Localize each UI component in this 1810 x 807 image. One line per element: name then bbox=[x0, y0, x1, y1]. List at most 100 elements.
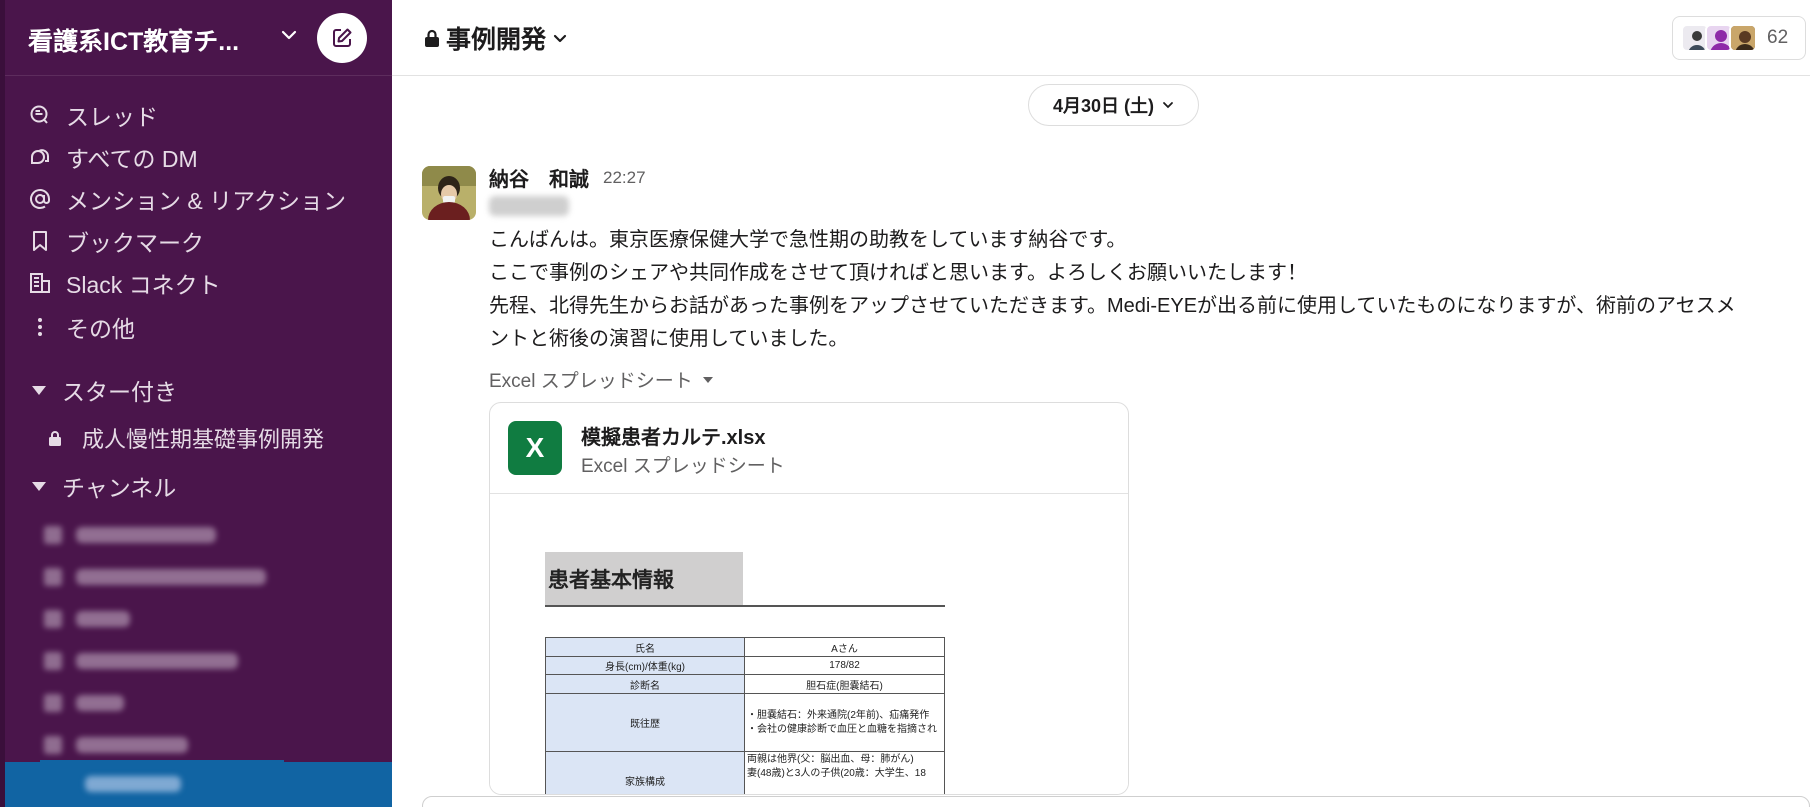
member-count: 62 bbox=[1767, 27, 1789, 48]
lock-icon bbox=[425, 29, 439, 47]
file-attachment-card[interactable]: X 模擬患者カルテ.xlsx Excel スプレッドシート 患者基本情報 氏名 … bbox=[489, 402, 1129, 795]
chevron-down-icon bbox=[553, 34, 567, 43]
nav-all-dms[interactable]: すべての DM bbox=[28, 140, 198, 174]
channel-item-redacted[interactable] bbox=[44, 648, 238, 674]
hash-icon bbox=[44, 694, 62, 712]
hash-icon bbox=[44, 526, 62, 544]
table-cell-label: 家族構成 bbox=[545, 751, 745, 794]
channel-title-button[interactable]: 事例開発 bbox=[424, 20, 568, 56]
file-name[interactable]: 模擬患者カルテ.xlsx bbox=[581, 421, 765, 450]
preview-title: 患者基本情報 bbox=[545, 552, 743, 605]
message-text-line: こんばんは。東京医療保健大学で急性期の助教をしています納谷です。 bbox=[489, 229, 1127, 251]
chevron-down-icon[interactable] bbox=[280, 26, 298, 44]
section-starred[interactable]: スター付き bbox=[30, 373, 177, 407]
table-row: 既往歴 ・胆嚢結石：外来通院(2年前)、疝痛発作 ・会社の健康診断で血圧と血糖を… bbox=[545, 693, 945, 752]
nav-mentions[interactable]: メンション & リアクション bbox=[28, 182, 346, 216]
channel-name: 事例開発 bbox=[446, 26, 547, 54]
attachment-toggle[interactable]: Excel スプレッドシート bbox=[489, 366, 713, 393]
nav-threads-label: スレッド bbox=[66, 104, 158, 130]
more-icon bbox=[28, 315, 52, 339]
divider bbox=[545, 605, 945, 607]
nav-bookmarks[interactable]: ブックマーク bbox=[28, 224, 204, 258]
table-cell-value: Aさん bbox=[744, 637, 945, 657]
table-cell-value: 178/82 bbox=[744, 656, 945, 675]
connect-icon bbox=[28, 271, 52, 295]
table-cell-label: 氏名 bbox=[545, 637, 745, 657]
hash-icon bbox=[44, 610, 62, 628]
section-starred-label: スター付き bbox=[62, 379, 177, 405]
channel-view: 事例開発 62 4月30日 (土) 納谷 和誠 22:27 こんばんは。東京医療… bbox=[392, 0, 1810, 807]
redacted-text bbox=[76, 653, 238, 669]
nav-more-label: その他 bbox=[66, 316, 135, 342]
table-cell-line: 妻(48歳)と3人の子供(20歳：大学生、18 bbox=[747, 768, 926, 779]
preview-table: 氏名 Aさん 身長(cm)/体重(kg) 178/82 診断名 胆石症(胆嚢結石… bbox=[545, 637, 945, 794]
caret-down-icon bbox=[702, 376, 713, 383]
table-cell-value: ・胆嚢結石：外来通院(2年前)、疝痛発作 ・会社の健康診断で血圧と血糖を指摘され bbox=[744, 693, 945, 752]
file-header[interactable]: X 模擬患者カルテ.xlsx Excel スプレッドシート bbox=[490, 403, 1128, 494]
compose-button[interactable] bbox=[317, 13, 367, 63]
caret-down-icon[interactable] bbox=[32, 481, 46, 491]
channel-item-starred-label: 成人慢性期基礎事例開発 bbox=[82, 427, 325, 452]
redacted-text bbox=[76, 527, 216, 543]
channel-item-redacted[interactable] bbox=[44, 732, 188, 758]
hash-icon bbox=[44, 652, 62, 670]
workspace-header[interactable]: 看護系ICT教育チ... bbox=[0, 0, 392, 76]
nav-slack-connect-label: Slack コネクト bbox=[66, 272, 221, 298]
message-composer[interactable] bbox=[422, 796, 1810, 807]
file-preview[interactable]: 患者基本情報 氏名 Aさん 身長(cm)/体重(kg) 178/82 診断名 胆… bbox=[490, 495, 1128, 794]
redacted-text bbox=[85, 776, 181, 792]
channel-item-redacted[interactable] bbox=[44, 690, 124, 716]
nav-threads[interactable]: スレッド bbox=[28, 98, 158, 132]
table-row: 身長(cm)/体重(kg) 178/82 bbox=[545, 656, 945, 675]
nav-all-dms-label: すべての DM bbox=[66, 146, 198, 172]
message-text-line: ントと術後の演習に使用していました。 bbox=[489, 328, 849, 350]
date-divider-button[interactable]: 4月30日 (土) bbox=[1028, 84, 1199, 126]
section-channels-label: チャンネル bbox=[62, 475, 177, 501]
message-text-line: ここで事例のシェアや共同作成をさせて頂ければと思います。よろしくお願いいたします… bbox=[489, 262, 1307, 284]
table-cell-value: 胆石症(胆嚢結石) bbox=[744, 674, 945, 694]
message-timestamp[interactable]: 22:27 bbox=[603, 168, 646, 188]
attachment-label: Excel スプレッドシート bbox=[489, 371, 693, 392]
channel-header: 事例開発 62 bbox=[392, 0, 1810, 76]
redacted-text bbox=[76, 737, 188, 753]
sidebar: 看護系ICT教育チ... スレッド すべての DM メンション & リアクション… bbox=[0, 0, 392, 807]
redacted-text bbox=[76, 695, 124, 711]
message-text-line: 先程、北得先生からお話があった事例をアップさせていただきます。Medi-EYEが… bbox=[489, 295, 1736, 317]
table-row: 家族構成 両親は他界(父：脳出血、母：肺がん) 妻(48歳)と3人の子供(20歳… bbox=[545, 751, 945, 794]
bookmark-icon bbox=[28, 229, 52, 253]
nav-bookmarks-label: ブックマーク bbox=[66, 230, 204, 256]
channel-item-redacted[interactable] bbox=[44, 564, 266, 590]
hash-icon bbox=[44, 568, 62, 586]
redacted-text bbox=[76, 611, 130, 627]
redacted-text bbox=[489, 196, 569, 216]
table-cell-line: 両親は他界(父：脳出血、母：肺がん) bbox=[747, 754, 914, 765]
mention-icon bbox=[28, 187, 52, 211]
chevron-down-icon bbox=[1163, 102, 1173, 109]
table-cell-value: 両親は他界(父：脳出血、母：肺がん) 妻(48歳)と3人の子供(20歳：大学生、… bbox=[744, 751, 945, 794]
compose-icon bbox=[333, 28, 352, 47]
table-cell-line: ・胆嚢結石：外来通院(2年前)、疝痛発作 bbox=[747, 709, 930, 721]
table-cell-label: 身長(cm)/体重(kg) bbox=[545, 656, 745, 675]
nav-more[interactable]: その他 bbox=[28, 310, 135, 344]
nav-slack-connect[interactable]: Slack コネクト bbox=[28, 266, 221, 300]
workspace-name[interactable]: 看護系ICT教育チ... bbox=[28, 22, 239, 58]
table-row: 診断名 胆石症(胆嚢結石) bbox=[545, 674, 945, 694]
channel-item-redacted[interactable] bbox=[44, 606, 130, 632]
message-author[interactable]: 納谷 和誠 bbox=[489, 163, 589, 192]
avatar[interactable] bbox=[422, 166, 476, 220]
caret-down-icon[interactable] bbox=[32, 385, 46, 395]
table-cell-label: 既往歴 bbox=[545, 693, 745, 752]
hash-icon bbox=[44, 736, 62, 754]
excel-icon: X bbox=[508, 421, 562, 475]
dm-icon bbox=[28, 145, 52, 169]
channel-item-selected[interactable] bbox=[5, 762, 392, 807]
members-button[interactable]: 62 bbox=[1672, 16, 1806, 60]
lock-icon bbox=[49, 431, 61, 446]
nav-mentions-label: メンション & リアクション bbox=[66, 188, 346, 214]
table-cell-label: 診断名 bbox=[545, 674, 745, 694]
avatar bbox=[1729, 24, 1757, 52]
section-channels[interactable]: チャンネル bbox=[30, 469, 176, 503]
channel-item-redacted[interactable] bbox=[44, 522, 216, 548]
date-divider-label: 4月30日 (土) bbox=[1052, 96, 1155, 116]
channel-item-starred[interactable]: 成人慢性期基礎事例開発 bbox=[46, 421, 324, 455]
